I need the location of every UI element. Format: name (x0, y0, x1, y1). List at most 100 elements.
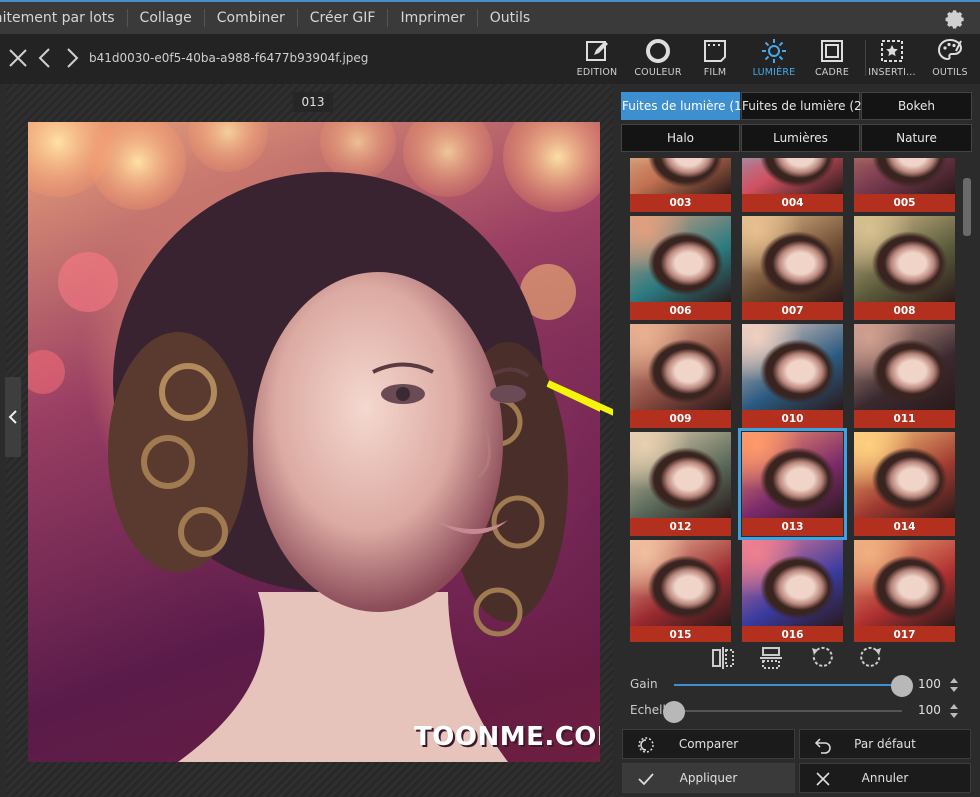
effect-thumbnail[interactable]: 005 (854, 158, 955, 212)
thumbnail-image (854, 432, 955, 518)
gain-spinner-icon[interactable] (948, 675, 960, 695)
effect-thumbnail[interactable]: 007 (742, 216, 843, 320)
edit-icon (586, 41, 608, 61)
tab-light-leaks-2[interactable]: Fuites de lumière (2) (741, 92, 866, 120)
tool-outils[interactable]: OUTILS (920, 36, 980, 82)
thumbnail-image (630, 432, 731, 518)
tool-label: COULEUR (634, 67, 682, 78)
tab-halo[interactable]: Halo (621, 124, 740, 152)
tool-label: OUTILS (932, 67, 968, 78)
menu-item-combine[interactable]: Combiner (205, 9, 298, 27)
menu-item-batch[interactable]: aitement par lots (0, 9, 128, 27)
scale-slider-knob[interactable] (663, 701, 685, 723)
thumbnail-image (742, 324, 843, 410)
menu-item-tools[interactable]: Outils (478, 9, 542, 27)
gain-slider-knob[interactable] (891, 675, 913, 697)
thumbnail-label: 014 (854, 518, 955, 536)
sun-icon (762, 39, 786, 63)
effect-thumbnail[interactable]: 014 (854, 432, 955, 536)
tool-label: LUMIÈRE (752, 67, 796, 78)
tool-insertion[interactable]: INSERTI... (862, 36, 922, 82)
effect-thumbnail[interactable]: 015 (630, 540, 731, 642)
thumbnail-label: 007 (742, 302, 843, 320)
thumbnail-label: 011 (854, 410, 955, 428)
scale-slider-track[interactable] (674, 710, 902, 712)
close-icon[interactable] (6, 46, 30, 70)
photo-editor-window: { "menu": { "items": ["aitement par lots… (0, 0, 980, 797)
thumbnail-label: 003 (630, 194, 731, 212)
default-label: Par défaut (854, 737, 916, 751)
effect-thumbnail[interactable]: 010 (742, 324, 843, 428)
palette-icon (937, 38, 963, 61)
effect-thumbnail[interactable]: 006 (630, 216, 731, 320)
tab-lumieres[interactable]: Lumières (741, 124, 860, 152)
thumbnail-scrollbar[interactable] (961, 158, 973, 642)
effect-thumbnail[interactable]: 017 (854, 540, 955, 642)
default-button[interactable]: Par défaut (799, 729, 971, 759)
chevron-right-icon[interactable] (60, 46, 84, 70)
tool-cadre[interactable]: CADRE (802, 36, 862, 82)
apply-label: Appliquer (679, 771, 738, 785)
gain-value[interactable]: 100 (918, 677, 941, 691)
tool-lumiere[interactable]: LUMIÈRE (744, 36, 804, 82)
photo-preview: TOONME.COM (28, 122, 600, 762)
effect-thumbnail[interactable]: 004 (742, 158, 843, 212)
thumbnail-image (742, 158, 843, 194)
thumbnail-image (630, 324, 731, 410)
thumbnail-label: 005 (854, 194, 955, 212)
thumbnail-image (854, 158, 955, 194)
thumbnail-label: 009 (630, 410, 731, 428)
thumbnail-label: 006 (630, 302, 731, 320)
apply-button[interactable]: Appliquer (622, 763, 795, 793)
scale-value[interactable]: 100 (918, 703, 941, 717)
rotate-right-icon[interactable] (858, 645, 884, 671)
thumbnail-label: 013 (742, 518, 843, 536)
chevron-left-icon (8, 410, 17, 424)
gain-slider-fill (674, 684, 902, 686)
effect-thumbnail[interactable]: 011 (854, 324, 955, 428)
thumbnail-image (630, 216, 731, 302)
tool-edition[interactable]: EDITION (567, 36, 627, 82)
flip-vertical-icon[interactable] (758, 645, 784, 671)
cancel-button[interactable]: Annuler (799, 763, 971, 793)
effect-thumbnail[interactable]: 012 (630, 432, 731, 536)
menu-item-create-gif[interactable]: Créer GIF (298, 9, 389, 27)
scale-spinner-icon[interactable] (948, 701, 960, 721)
effect-thumbnail[interactable]: 016 (742, 540, 843, 642)
file-name: b41d0030-e0f5-40ba-a988-f6477b93904f.jpe… (89, 51, 369, 65)
flip-horizontal-icon[interactable] (710, 645, 736, 671)
tool-film[interactable]: FILM (685, 36, 745, 82)
thumbnail-image (630, 158, 731, 194)
thumbnail-label: 004 (742, 194, 843, 212)
effect-thumbnail[interactable]: 013 (738, 428, 847, 540)
gain-slider-row: Gain 100 (630, 675, 970, 697)
compare-button[interactable]: Comparer (622, 729, 795, 759)
top-menu-bar: aitement par lots Collage Combiner Créer… (0, 0, 980, 34)
tab-light-leaks-1[interactable]: Fuites de lumière (1) (621, 92, 746, 120)
menu-item-print[interactable]: Imprimer (388, 9, 478, 27)
color-circle-icon (646, 39, 670, 63)
toolbar: b41d0030-e0f5-40ba-a988-f6477b93904f.jpe… (0, 34, 980, 84)
thumbnail-image (854, 324, 955, 410)
effect-thumbnail[interactable]: 008 (854, 216, 955, 320)
tool-label: EDITION (576, 67, 618, 78)
insert-star-icon (881, 40, 903, 62)
thumbnail-label: 010 (742, 410, 843, 428)
tool-label: CADRE (814, 67, 850, 78)
thumbnail-label: 012 (630, 518, 731, 536)
thumbnail-label: 017 (854, 626, 955, 642)
scale-slider-row: Echelle 100 (630, 701, 970, 723)
effect-thumbnail[interactable]: 003 (630, 158, 731, 212)
gear-icon[interactable] (944, 8, 966, 30)
tab-nature[interactable]: Nature (861, 124, 972, 152)
tool-couleur[interactable]: COULEUR (628, 36, 688, 82)
scrollbar-thumb[interactable] (963, 178, 971, 236)
rotate-left-icon[interactable] (809, 645, 835, 671)
menu-item-collage[interactable]: Collage (128, 9, 205, 27)
effect-thumbnail[interactable]: 009 (630, 324, 731, 428)
compare-label: Comparer (678, 737, 739, 751)
tab-bokeh[interactable]: Bokeh (861, 92, 972, 120)
chevron-left-icon[interactable] (33, 46, 57, 70)
collapse-side-tab[interactable] (5, 377, 21, 457)
thumbnail-image (854, 216, 955, 302)
